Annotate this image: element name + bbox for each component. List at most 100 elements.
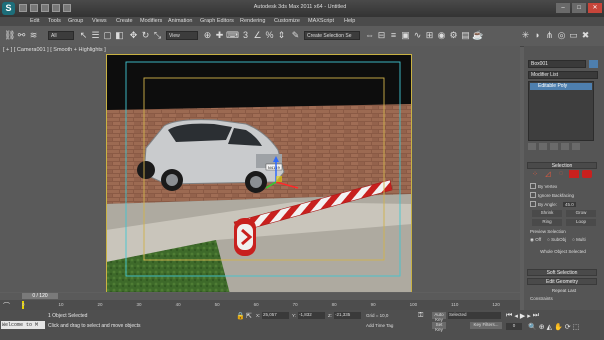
edit-geometry-rollout[interactable]: Edit Geometry	[527, 278, 597, 285]
menu-group[interactable]: Group	[68, 18, 83, 24]
keyboard-shortcut-icon[interactable]: ⌨	[226, 30, 239, 41]
make-unique-icon[interactable]	[550, 143, 558, 150]
maxscript-listener-input[interactable]: Welcome to M	[1, 321, 45, 329]
render-production-icon[interactable]: ☕	[472, 30, 483, 41]
edit-named-selections-icon[interactable]: ✎	[290, 30, 301, 41]
layer-manager-icon[interactable]: ≡	[388, 30, 399, 41]
rect-selection-icon[interactable]: ▢	[102, 30, 113, 41]
curve-editor-icon[interactable]: ∿	[412, 30, 423, 41]
window-crossing-icon[interactable]: ◧	[114, 30, 125, 41]
bind-space-warp-icon[interactable]: ≋	[28, 30, 39, 41]
by-angle-spinner[interactable]: 45.0	[563, 201, 576, 207]
key-filters-button[interactable]: Key Filters...	[470, 322, 502, 329]
next-frame-icon[interactable]: ▸	[527, 312, 531, 320]
menu-maxscript[interactable]: MAXScript	[308, 18, 334, 24]
selection-rollout[interactable]: Selection	[527, 162, 597, 169]
field-of-view-icon[interactable]: ◭	[547, 323, 552, 331]
menu-help[interactable]: Help	[344, 18, 355, 24]
lock-selection-icon[interactable]: 🔒	[236, 312, 245, 320]
motion-panel-icon[interactable]: ◎	[556, 30, 567, 41]
modify-panel-icon[interactable]: ◗	[532, 30, 543, 41]
modifier-list-dropdown[interactable]: Modifier List	[528, 71, 598, 79]
set-key-button[interactable]: Set Key	[432, 322, 446, 332]
maximize-button[interactable]: □	[572, 3, 586, 13]
rendered-frame-icon[interactable]: ▤	[460, 30, 471, 41]
preview-multi-radio[interactable]: ○ Multi	[572, 237, 585, 243]
pan-icon[interactable]: ✋	[554, 323, 563, 331]
menu-modifiers[interactable]: Modifiers	[140, 18, 162, 24]
z-coordinate-field[interactable]: -21,335	[334, 312, 361, 319]
named-selection-dropdown[interactable]: Create Selection Se	[304, 31, 360, 40]
snap-toggle-icon[interactable]: 3	[240, 30, 251, 41]
soft-selection-rollout[interactable]: Soft Selection	[527, 269, 597, 276]
play-icon[interactable]: ▶	[520, 312, 525, 320]
select-object-icon[interactable]: ↖	[78, 30, 89, 41]
menu-graph-editors[interactable]: Graph Editors	[200, 18, 234, 24]
element-icon[interactable]	[582, 170, 592, 178]
absolute-mode-icon[interactable]: ⇱	[246, 312, 252, 320]
loop-button[interactable]: Loop	[566, 219, 596, 226]
open-file-icon[interactable]	[30, 4, 38, 12]
app-logo-icon[interactable]: S	[2, 2, 15, 15]
time-slider[interactable]: 0 / 120	[22, 293, 58, 299]
track-bar[interactable]: ⌒ 0 10 20 30 40 50 60 70 80 90 100 110 1…	[0, 300, 520, 310]
select-by-name-icon[interactable]: ☰	[90, 30, 101, 41]
ring-button[interactable]: Ring	[532, 219, 562, 226]
auto-key-button[interactable]: Auto Key	[432, 312, 446, 322]
current-frame-field[interactable]: 0	[506, 323, 522, 330]
utilities-panel-icon[interactable]: ✖	[580, 30, 591, 41]
reference-coord-dropdown[interactable]: View	[166, 31, 198, 40]
save-file-icon[interactable]	[41, 4, 49, 12]
spinner-snap-icon[interactable]: ⇕	[276, 30, 287, 41]
key-mode-dropdown[interactable]: Selected	[448, 312, 501, 319]
align-icon[interactable]: ⊟	[376, 30, 387, 41]
graphite-toggle-icon[interactable]: ▣	[400, 30, 411, 41]
percent-snap-icon[interactable]: %	[264, 30, 275, 41]
menu-edit[interactable]: Edit	[30, 18, 39, 24]
key-icon[interactable]: ⚿	[418, 312, 423, 320]
maximize-viewport-icon[interactable]: ⬚	[573, 323, 580, 331]
hierarchy-panel-icon[interactable]: ⋔	[544, 30, 555, 41]
menu-create[interactable]: Create	[116, 18, 133, 24]
pivot-center-icon[interactable]: ⊕	[202, 30, 213, 41]
manipulate-icon[interactable]: ✚	[214, 30, 225, 41]
zoom-all-icon[interactable]: ⊕	[539, 323, 545, 331]
menu-views[interactable]: Views	[92, 18, 107, 24]
grow-button[interactable]: Grow	[566, 210, 596, 217]
y-coordinate-field[interactable]: -1,832	[298, 312, 325, 319]
create-panel-icon[interactable]: ✳	[520, 30, 531, 41]
select-link-icon[interactable]: ⛓	[4, 30, 15, 41]
menu-animation[interactable]: Animation	[168, 18, 192, 24]
shrink-button[interactable]: Shrink	[532, 210, 562, 217]
orbit-icon[interactable]: ⟳	[565, 323, 571, 331]
show-end-result-icon[interactable]	[539, 143, 547, 150]
menu-tools[interactable]: Tools	[48, 18, 61, 24]
redo-icon[interactable]	[63, 4, 71, 12]
edge-icon[interactable]: ◿	[543, 170, 553, 178]
object-color-swatch[interactable]	[589, 60, 598, 68]
close-button[interactable]: ✕	[588, 3, 602, 13]
stack-item-editable-poly[interactable]: Editable Poly	[530, 83, 592, 90]
ignore-backfacing-checkbox[interactable]: Ignore Backfacing	[530, 192, 574, 198]
by-angle-checkbox[interactable]: By Angle: 45.0	[530, 201, 576, 207]
previous-frame-icon[interactable]: ◂	[514, 312, 518, 320]
menu-rendering[interactable]: Rendering	[240, 18, 265, 24]
border-icon[interactable]: ◌	[556, 170, 566, 178]
minimize-button[interactable]: –	[556, 3, 570, 13]
zoom-icon[interactable]: 🔍	[528, 323, 537, 331]
scale-icon[interactable]: ⤡	[152, 30, 163, 41]
polygon-icon[interactable]	[569, 170, 579, 178]
configure-sets-icon[interactable]	[572, 143, 580, 150]
selection-filter-dropdown[interactable]: All	[48, 31, 74, 40]
modifier-stack[interactable]: Editable Poly	[528, 81, 594, 141]
preview-subobj-radio[interactable]: ○ SubObj	[547, 237, 566, 243]
rotate-icon[interactable]: ↻	[140, 30, 151, 41]
new-file-icon[interactable]	[19, 4, 27, 12]
by-vertex-checkbox[interactable]: By Vertex	[530, 183, 557, 189]
pin-stack-icon[interactable]	[528, 143, 536, 150]
remove-modifier-icon[interactable]	[561, 143, 569, 150]
camera-viewport[interactable]: [ + ] [ Camera001 ] [ Smooth + Highlight…	[0, 46, 520, 292]
menu-customize[interactable]: Customize	[274, 18, 300, 24]
undo-icon[interactable]	[52, 4, 60, 12]
mirror-icon[interactable]: ⇔	[364, 30, 375, 41]
